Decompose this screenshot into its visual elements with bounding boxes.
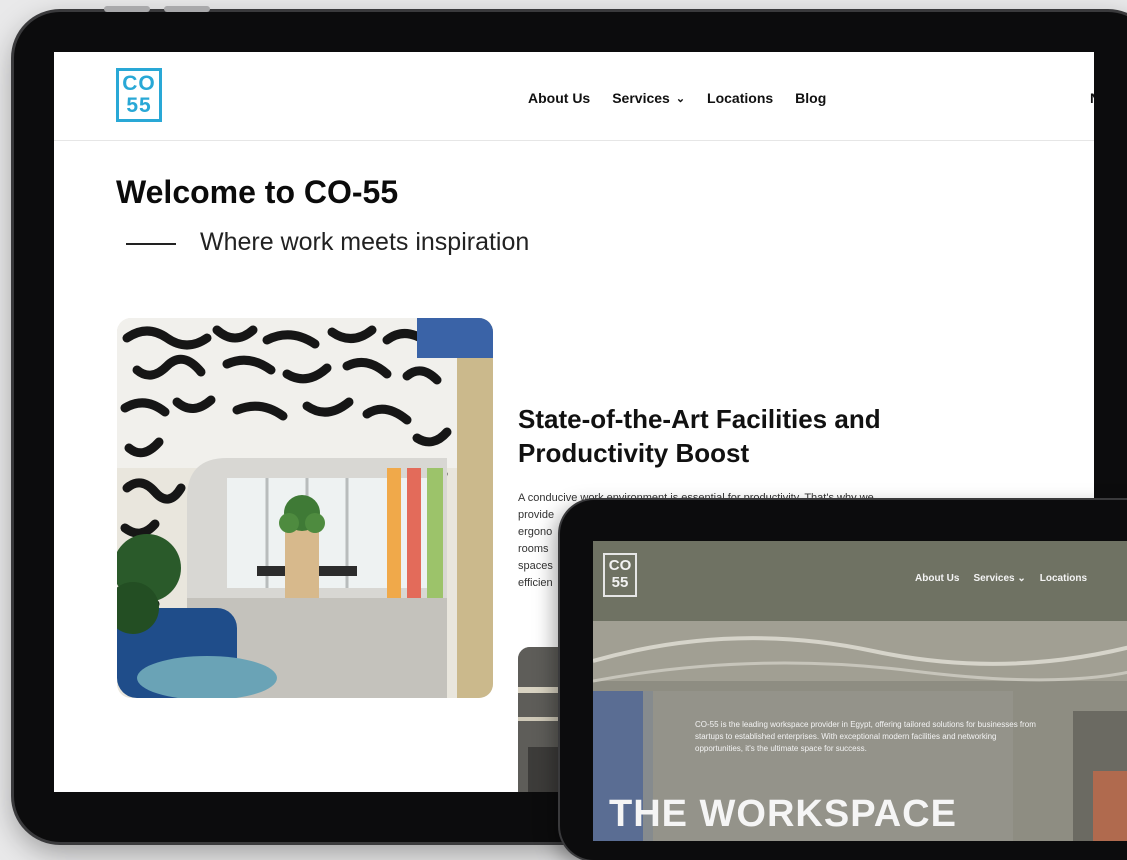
page-title: Welcome to CO-55	[116, 174, 399, 210]
nav-locations-label: Locations	[707, 90, 774, 106]
logo-text: 55	[611, 574, 629, 591]
logo-small[interactable]: CO 55	[603, 553, 637, 597]
navbar: CO 55 About Us Services ⌄ Locations Blog …	[54, 52, 1094, 141]
nav-services-small-label: Services	[973, 573, 1015, 584]
tablet-button	[104, 6, 150, 12]
nav-edge-item[interactable]: N	[1090, 90, 1094, 106]
nav-about-label: About Us	[528, 90, 591, 106]
tagline-dash	[126, 243, 176, 245]
logo[interactable]: CO 55	[116, 68, 162, 122]
nav-locations[interactable]: Locations	[707, 90, 773, 106]
office-photo	[117, 318, 493, 698]
chevron-down-icon: ⌄	[675, 92, 686, 105]
navbar-small: CO 55 About Us Services ⌄ Locations	[593, 541, 1127, 621]
nav-services-label: Services	[612, 90, 670, 106]
nav-services-small[interactable]: Services ⌄	[973, 573, 1025, 584]
nav-services[interactable]: Services ⌄	[612, 90, 685, 106]
tagline: Where work meets inspiration	[200, 228, 530, 256]
section-title: State-of-the-Art Facilities and Producti…	[518, 404, 881, 468]
tablet-device-small: CO 55 About Us Services ⌄ Locations CO-5…	[560, 500, 1127, 860]
nav-about[interactable]: About Us	[528, 90, 590, 106]
tablet-screen-small: CO 55 About Us Services ⌄ Locations CO-5…	[593, 541, 1127, 841]
nav-links-small: About Us Services ⌄ Locations	[915, 573, 1087, 584]
nav-locations-small[interactable]: Locations	[1040, 573, 1087, 584]
chevron-down-icon: ⌄	[1017, 573, 1026, 584]
nav-links: About Us Services ⌄ Locations Blog	[528, 90, 826, 106]
logo-text: 55	[126, 94, 152, 117]
office-illustration	[117, 318, 493, 698]
logo-text: CO	[608, 557, 632, 574]
nav-about-small[interactable]: About Us	[915, 573, 959, 584]
hero-text: CO-55 is the leading workspace provider …	[695, 720, 1036, 753]
tablet-button	[164, 6, 210, 12]
logo-text: CO	[122, 72, 156, 95]
nav-blog[interactable]: Blog	[795, 90, 826, 106]
nav-blog-label: Blog	[795, 90, 827, 106]
